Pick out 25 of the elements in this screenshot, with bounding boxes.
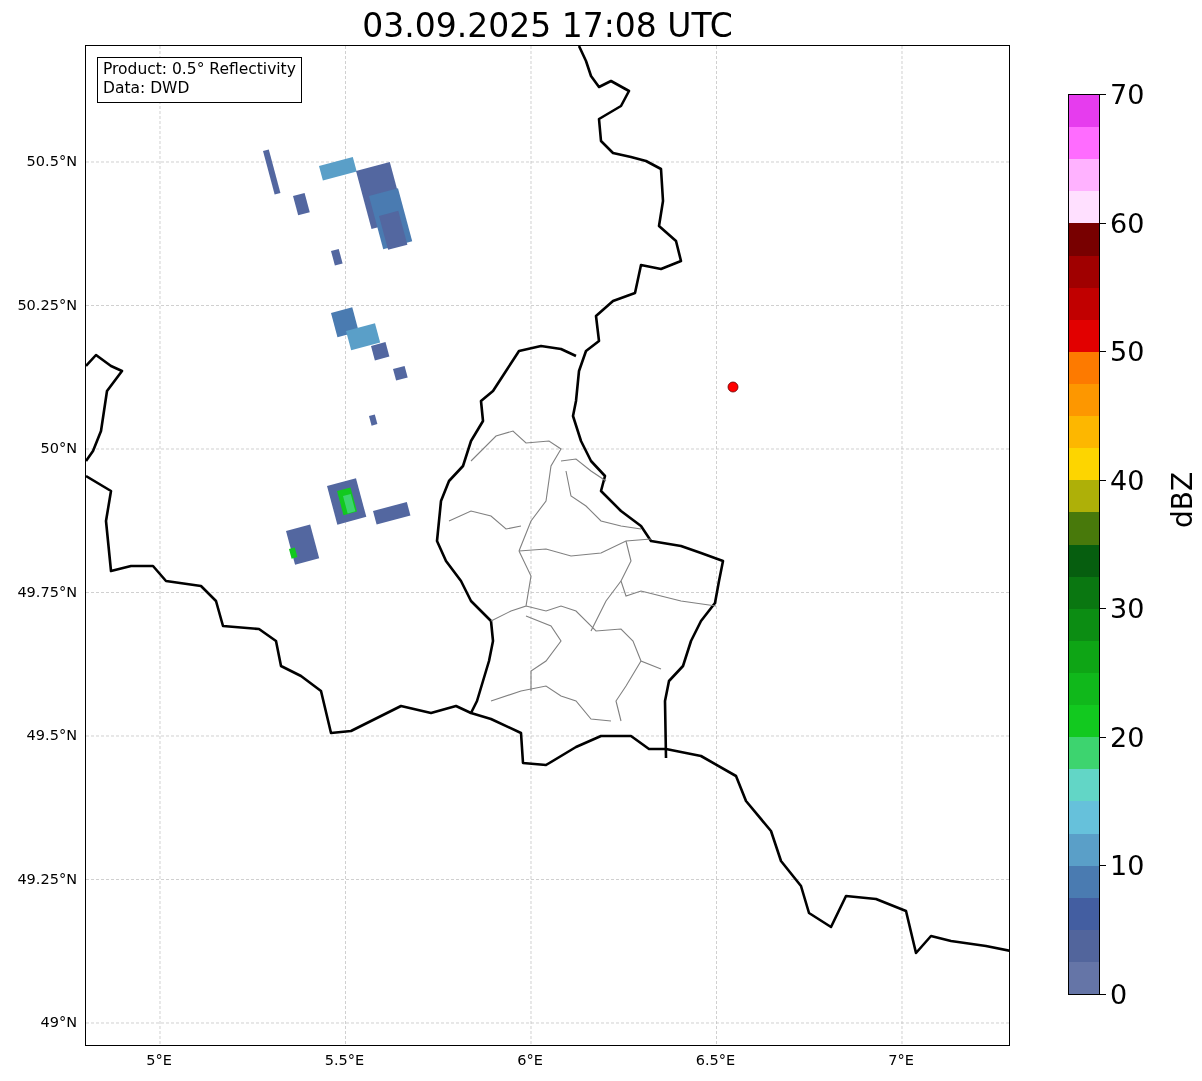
latitude-label: 50°N <box>40 440 77 456</box>
scale-label: 20 <box>1110 721 1145 753</box>
latitude-label: 49.25°N <box>17 870 77 887</box>
scale-label: 70 <box>1110 78 1145 110</box>
scale-label: 60 <box>1110 207 1145 239</box>
latitude-label: 49.5°N <box>26 727 77 743</box>
latitude-label: 49.75°N <box>17 583 77 600</box>
radar-site-marker <box>727 381 739 393</box>
latitude-label: 50.5°N <box>26 153 77 169</box>
scale-label: 50 <box>1110 335 1145 367</box>
info-text: Product: 0.5° Reflectivity <box>103 60 296 79</box>
longitude-label: 5.5°E <box>324 1052 365 1068</box>
latitude-label: 49°N <box>40 1014 77 1030</box>
map-title: 03.09.2025 17:08 UTC <box>361 5 734 45</box>
scale-label: 30 <box>1110 592 1145 624</box>
longitude-label: 6.5°E <box>695 1052 736 1068</box>
longitude-label: 6°E <box>517 1052 543 1068</box>
scale-unit-label: dBZ <box>1165 471 1199 529</box>
latitude-label: 50.25°N <box>17 296 77 313</box>
scale-label: 0 <box>1110 978 1128 1010</box>
scale-label: 40 <box>1110 464 1145 496</box>
longitude-label: 7°E <box>888 1052 914 1068</box>
longitude-label: 5°E <box>146 1052 172 1068</box>
info-text: Data: DWD <box>103 79 191 98</box>
scale-label: 10 <box>1110 849 1145 881</box>
